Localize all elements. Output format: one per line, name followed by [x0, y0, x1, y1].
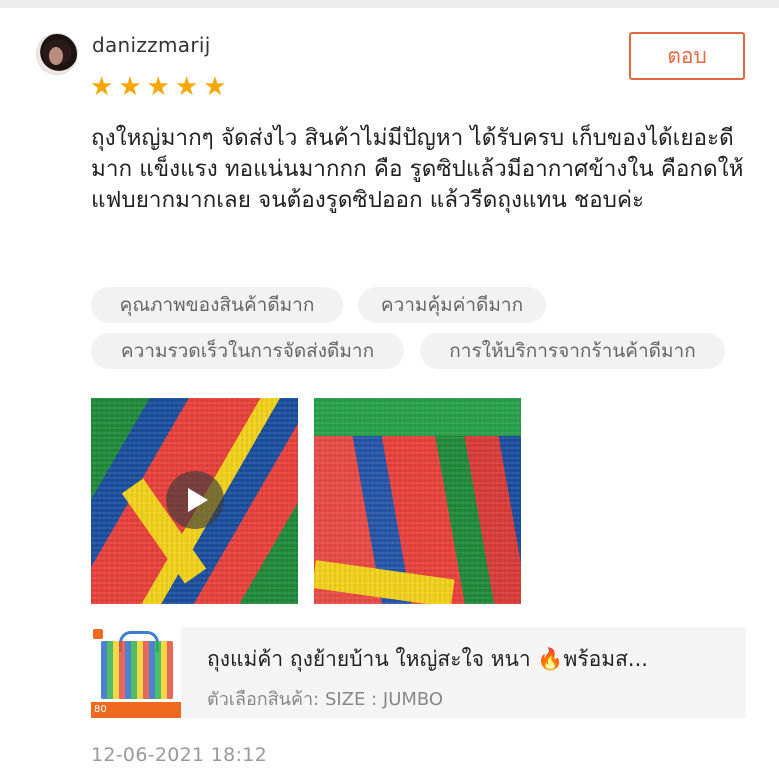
- product-title: ถุงแม่ค้า ถุงย้ายบ้าน ใหญ่สะใจ หนา 🔥พร้อ…: [207, 647, 648, 671]
- variant-label: ตัวเลือกสินค้า:: [207, 689, 320, 710]
- review-video-thumbnail[interactable]: [91, 398, 298, 604]
- product-card[interactable]: 80 ถุงแม่ค้า ถุงย้ายบ้าน ใหญ่สะใจ หนา 🔥พ…: [91, 627, 746, 718]
- play-icon[interactable]: [166, 471, 224, 529]
- top-divider: [0, 0, 779, 8]
- star-rating: ★ ★ ★ ★ ★: [90, 74, 227, 100]
- avatar[interactable]: [36, 33, 78, 75]
- bag-stripe: [314, 560, 455, 604]
- avatar-face: [49, 47, 63, 65]
- shop-logo-icon: [93, 629, 103, 639]
- review-date: 12-06-2021 18:12: [91, 744, 268, 766]
- review-tag: ความรวดเร็วในการจัดส่งดีมาก: [91, 333, 404, 369]
- star-icon: ★: [203, 72, 227, 102]
- bag-image: [101, 641, 173, 699]
- reply-button[interactable]: ตอบ: [629, 32, 745, 80]
- bag-stripe: [314, 398, 521, 436]
- username: danizzmarij: [92, 33, 211, 57]
- variant-value: SIZE : JUMBO: [324, 689, 444, 710]
- star-icon: ★: [118, 72, 142, 102]
- review-photo[interactable]: [314, 398, 521, 604]
- star-icon: ★: [174, 72, 199, 102]
- review-tag: การให้บริการจากร้านค้าดีมาก: [420, 333, 725, 369]
- star-icon: ★: [146, 72, 170, 102]
- star-icon: ★: [90, 72, 114, 102]
- product-variant: ตัวเลือกสินค้า: SIZE : JUMBO: [207, 684, 443, 713]
- review-text: ถุงใหญ่มากๆ จัดส่งไว สินค้าไม่มีปัญหา ได…: [91, 125, 744, 213]
- review-tag: ความคุ้มค่าดีมาก: [358, 287, 546, 323]
- price-banner: 80: [91, 702, 181, 718]
- review-tag: คุณภาพของสินค้าดีมาก: [91, 287, 343, 323]
- product-thumbnail: 80: [91, 627, 181, 718]
